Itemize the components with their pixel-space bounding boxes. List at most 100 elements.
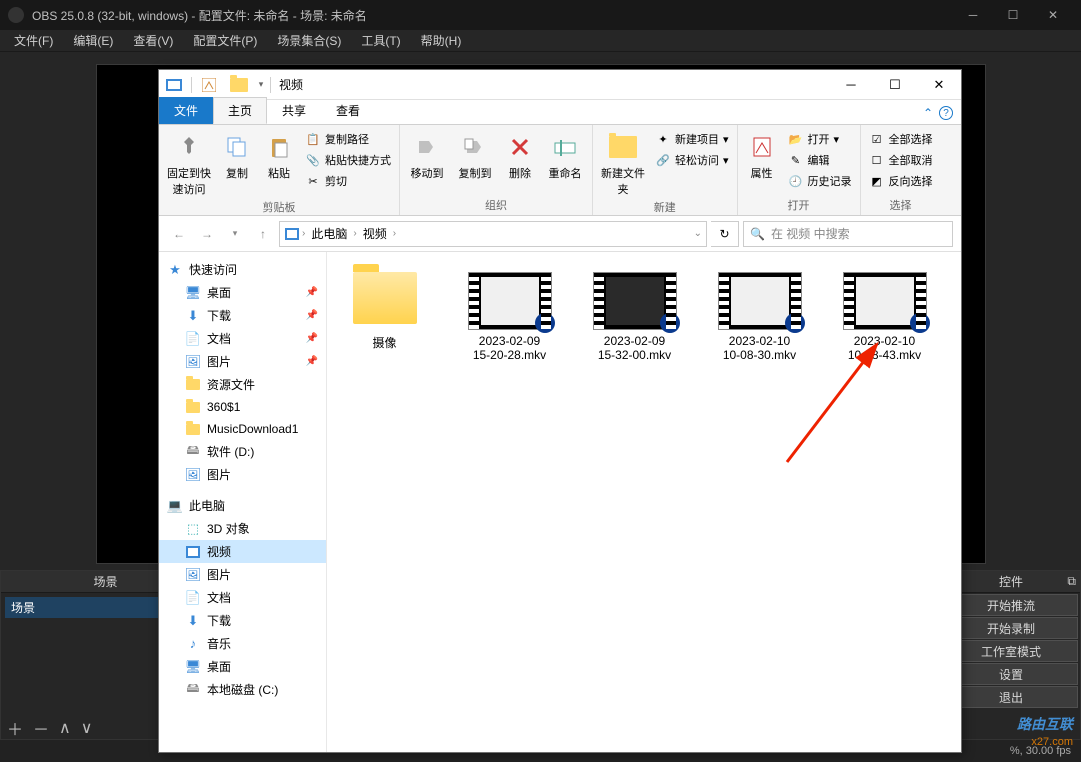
- copy-to-button[interactable]: 复制到: [454, 127, 496, 195]
- search-placeholder: 在 视频 中搜索: [771, 225, 850, 242]
- pin-icon: [173, 131, 205, 163]
- sidebar-thispc[interactable]: 💻此电脑: [159, 494, 326, 517]
- exit-button[interactable]: 退出: [944, 686, 1078, 708]
- scene-add-button[interactable]: ＋: [7, 716, 23, 740]
- menu-file[interactable]: 文件(F): [4, 30, 63, 51]
- cube-icon: ⬚: [185, 521, 201, 537]
- chevron-right-icon[interactable]: ›: [302, 228, 305, 239]
- sidebar-videos[interactable]: 视频: [159, 540, 326, 563]
- explorer-maximize-button[interactable]: ☐: [873, 70, 917, 100]
- nav-forward-button[interactable]: →: [195, 222, 219, 246]
- sidebar-pictures3[interactable]: 🖼图片: [159, 563, 326, 586]
- sidebar-pictures[interactable]: 🖼图片📌: [159, 350, 326, 373]
- tab-view[interactable]: 查看: [321, 97, 375, 124]
- cut-button[interactable]: ✂剪切: [303, 171, 393, 191]
- file-list[interactable]: 摄像 2023-02-09 15-20-28.mkv 2023-02-09 15…: [327, 252, 961, 752]
- sidebar-resources[interactable]: 资源文件: [159, 373, 326, 396]
- sidebar-quick-access[interactable]: ★快速访问: [159, 258, 326, 281]
- menu-profiles[interactable]: 配置文件(P): [183, 30, 267, 51]
- obs-maximize-button[interactable]: ☐: [993, 0, 1033, 30]
- file-label: 15-20-28.mkv: [473, 348, 546, 362]
- sidebar-pictures2[interactable]: 🖼图片: [159, 463, 326, 486]
- menu-tools[interactable]: 工具(T): [351, 30, 410, 51]
- explorer-sidebar[interactable]: ★快速访问 🖥桌面📌 ⬇下载📌 📄文档📌 🖼图片📌 资源文件 360$1 Mus…: [159, 252, 327, 752]
- copy-path-button[interactable]: 📋复制路径: [303, 129, 393, 149]
- sidebar-3d-objects[interactable]: ⬚3D 对象: [159, 517, 326, 540]
- select-all-button[interactable]: ☑全部选择: [867, 129, 935, 149]
- scene-down-button[interactable]: ∨: [81, 718, 93, 738]
- new-item-button[interactable]: ✦新建项目 ▾: [653, 129, 731, 149]
- video-file-item[interactable]: 2023-02-09 15-20-28.mkv: [462, 272, 557, 362]
- sidebar-localdisk-c[interactable]: 🖴本地磁盘 (C:): [159, 678, 326, 701]
- start-streaming-button[interactable]: 开始推流: [944, 594, 1078, 616]
- pin-to-quick-access-button[interactable]: 固定到快速访问: [165, 127, 213, 197]
- qat-dropdown-icon[interactable]: ▾: [254, 70, 268, 99]
- sidebar-musicdownload[interactable]: MusicDownload1: [159, 418, 326, 440]
- easy-access-button[interactable]: 🔗轻松访问 ▾: [653, 150, 731, 170]
- menu-help[interactable]: 帮助(H): [411, 30, 472, 51]
- explorer-titlebar[interactable]: ▾ 视频 ─ ☐ ✕: [159, 70, 961, 100]
- obs-minimize-button[interactable]: ─: [953, 0, 993, 30]
- tab-home[interactable]: 主页: [213, 97, 267, 124]
- sidebar-desktop2[interactable]: 🖥桌面: [159, 655, 326, 678]
- breadcrumb[interactable]: › 此电脑 › 视频 › ⌄: [279, 221, 707, 247]
- obs-close-button[interactable]: ✕: [1033, 0, 1073, 30]
- breadcrumb-dropdown-icon[interactable]: ⌄: [694, 228, 702, 239]
- chevron-right-icon[interactable]: ›: [393, 228, 396, 239]
- invert-selection-button[interactable]: ◩反向选择: [867, 171, 935, 191]
- nav-back-button[interactable]: ←: [167, 222, 191, 246]
- obs-title: OBS 25.0.8 (32-bit, windows) - 配置文件: 未命名…: [32, 7, 367, 24]
- paste-button[interactable]: 粘贴: [261, 127, 297, 197]
- folder-item[interactable]: 摄像: [337, 272, 432, 362]
- rename-button[interactable]: 重命名: [544, 127, 586, 195]
- search-input[interactable]: 🔍 在 视频 中搜索: [743, 221, 953, 247]
- sidebar-desktop[interactable]: 🖥桌面📌: [159, 281, 326, 304]
- settings-button[interactable]: 设置: [944, 663, 1078, 685]
- explorer-minimize-button[interactable]: ─: [829, 70, 873, 100]
- explorer-close-button[interactable]: ✕: [917, 70, 961, 100]
- controls-popout-icon[interactable]: ⧉: [1067, 574, 1076, 589]
- refresh-button[interactable]: ↻: [711, 221, 739, 247]
- studio-mode-button[interactable]: 工作室模式: [944, 640, 1078, 662]
- shortcut-icon: 📎: [305, 152, 321, 168]
- sidebar-downloads2[interactable]: ⬇下载: [159, 609, 326, 632]
- video-file-item[interactable]: 2023-02-09 15-32-00.mkv: [587, 272, 682, 362]
- delete-button[interactable]: 删除: [502, 127, 538, 195]
- edit-button[interactable]: ✎编辑: [786, 150, 854, 170]
- sidebar-soft-d[interactable]: 🖴软件 (D:): [159, 440, 326, 463]
- start-recording-button[interactable]: 开始录制: [944, 617, 1078, 639]
- sidebar-music[interactable]: ♪音乐: [159, 632, 326, 655]
- video-file-item[interactable]: 2023-02-10 10-08-30.mkv: [712, 272, 807, 362]
- select-none-button[interactable]: ☐全部取消: [867, 150, 935, 170]
- breadcrumb-videos[interactable]: 视频: [359, 225, 391, 242]
- nav-recent-button[interactable]: ▾: [223, 222, 247, 246]
- history-button[interactable]: 🕘历史记录: [786, 171, 854, 191]
- sidebar-360[interactable]: 360$1: [159, 396, 326, 418]
- open-button[interactable]: 📂打开 ▾: [786, 129, 854, 149]
- qat-folder-icon[interactable]: [224, 70, 254, 99]
- video-file-item[interactable]: 2023-02-10 10-08-43.mkv: [837, 272, 932, 362]
- video-thumbnail: [843, 272, 927, 330]
- menu-edit[interactable]: 编辑(E): [63, 30, 123, 51]
- qat-properties-icon[interactable]: [194, 70, 224, 99]
- file-label: 2023-02-10: [729, 334, 790, 348]
- copy-button[interactable]: 复制: [219, 127, 255, 197]
- menu-scene-collection[interactable]: 场景集合(S): [267, 30, 351, 51]
- paste-shortcut-button[interactable]: 📎粘贴快捷方式: [303, 150, 393, 170]
- tab-file[interactable]: 文件: [159, 97, 213, 124]
- new-folder-button[interactable]: 新建文件夹: [599, 127, 647, 197]
- scene-up-button[interactable]: ∧: [59, 718, 71, 738]
- menu-view[interactable]: 查看(V): [123, 30, 183, 51]
- sidebar-downloads[interactable]: ⬇下载📌: [159, 304, 326, 327]
- properties-button[interactable]: 属性: [744, 127, 780, 195]
- breadcrumb-thispc[interactable]: 此电脑: [307, 225, 351, 242]
- sidebar-documents[interactable]: 📄文档📌: [159, 327, 326, 350]
- sidebar-documents2[interactable]: 📄文档: [159, 586, 326, 609]
- nav-up-button[interactable]: ↑: [251, 222, 275, 246]
- scene-remove-button[interactable]: －: [33, 716, 49, 740]
- tab-share[interactable]: 共享: [267, 97, 321, 124]
- move-to-button[interactable]: 移动到: [406, 127, 448, 195]
- ribbon-collapse[interactable]: ⌃ ?: [915, 102, 961, 124]
- help-icon[interactable]: ?: [939, 106, 953, 120]
- chevron-right-icon[interactable]: ›: [353, 228, 356, 239]
